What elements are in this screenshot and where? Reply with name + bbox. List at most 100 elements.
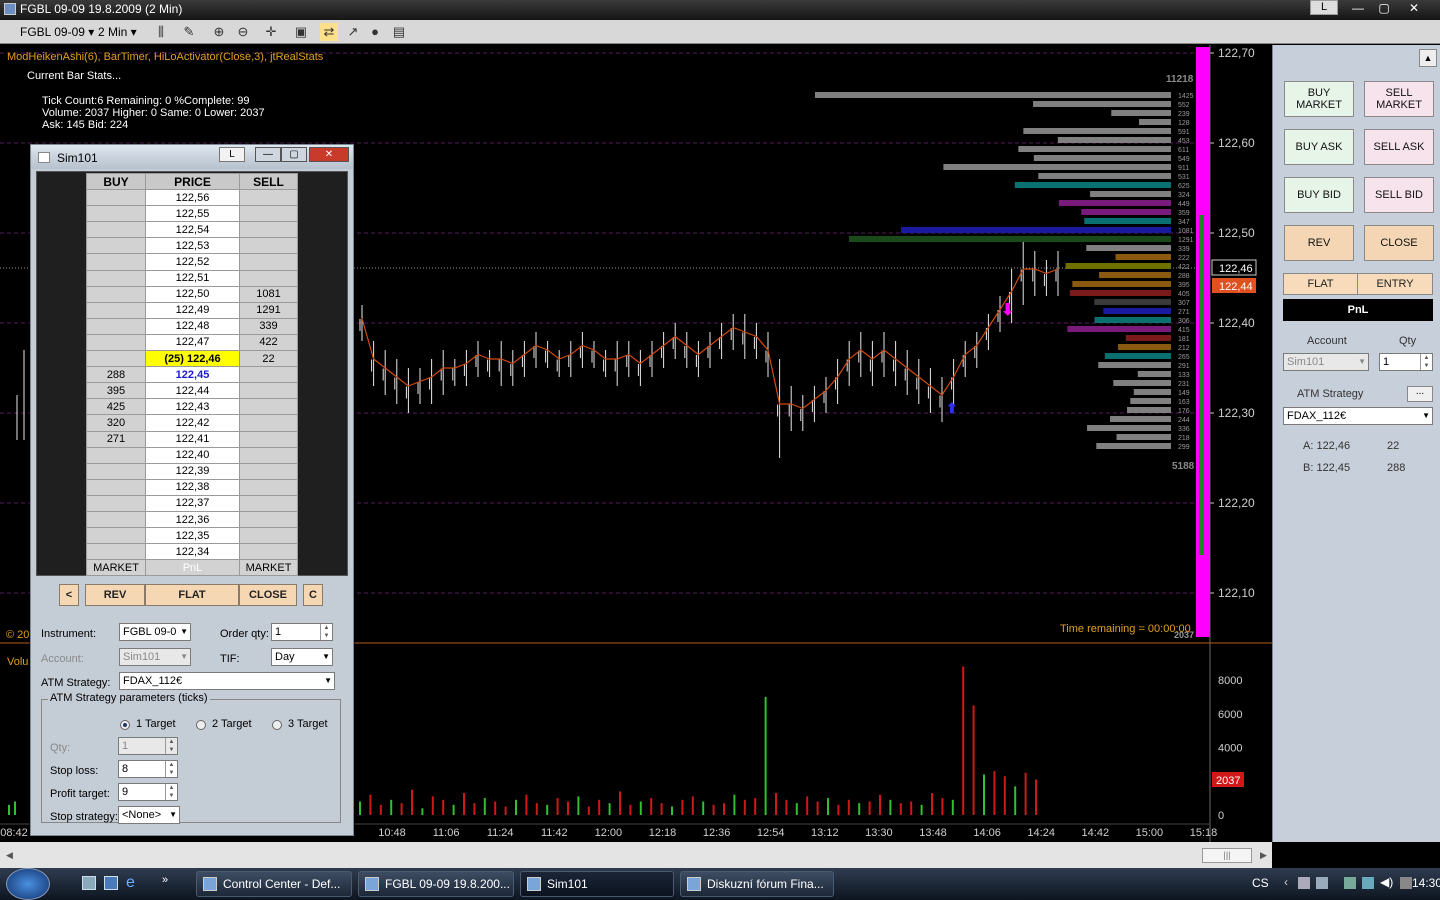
stop-loss-stepper[interactable]: 8 ▲ ▼ [118, 760, 178, 778]
buy-cell[interactable] [86, 269, 146, 287]
interval-selector[interactable]: 2 Min ▾ [98, 24, 137, 40]
buy-cell[interactable]: 425 [86, 398, 146, 416]
volume-icon[interactable]: ◀) [1380, 875, 1393, 889]
sell-ask-button[interactable]: SELL ASK [1364, 129, 1434, 165]
buy-cell[interactable] [86, 205, 146, 223]
ie-icon[interactable]: e [126, 874, 135, 892]
buy-cell[interactable] [86, 253, 146, 271]
sell-cell[interactable] [239, 189, 298, 207]
sell-cell[interactable]: 1291 [239, 301, 298, 319]
qty-panel-stepper[interactable]: 1 ▲ ▼ [1379, 353, 1433, 371]
tray-misc-icon[interactable] [1400, 877, 1412, 889]
task-sim101[interactable]: Sim101 [520, 871, 674, 897]
superdom-minimize-button[interactable]: — [255, 147, 281, 162]
sell-cell[interactable] [239, 414, 298, 432]
sell-cell[interactable] [239, 510, 298, 529]
rev-button[interactable]: REV [85, 584, 145, 606]
buy-cell[interactable] [86, 285, 146, 303]
close-position-button[interactable]: CLOSE [239, 584, 297, 606]
buy-cell[interactable] [86, 237, 146, 255]
tray-app-icon[interactable] [1316, 877, 1328, 889]
sell-cell[interactable]: 1081 [239, 285, 298, 303]
order-qty-stepper[interactable]: 1 ▲ ▼ [271, 623, 333, 641]
properties-icon[interactable]: ▣ [292, 23, 310, 41]
rev-panel-button[interactable]: REV [1284, 225, 1354, 261]
buy-cell[interactable] [86, 446, 146, 464]
zoom-in-icon[interactable]: ⊕ [210, 23, 228, 41]
buy-cell[interactable] [86, 510, 146, 529]
buy-cell[interactable]: 320 [86, 414, 146, 432]
zoom-out-icon[interactable]: ⊖ [234, 23, 252, 41]
buy-cell[interactable]: 271 [86, 430, 146, 448]
sell-cell[interactable] [239, 527, 298, 545]
tray-safely-remove-icon[interactable] [1344, 877, 1356, 889]
buy-cell[interactable] [86, 333, 146, 352]
profit-target-stepper[interactable]: 9 ▲ ▼ [118, 783, 178, 801]
sell-cell[interactable] [239, 543, 298, 561]
collapse-up-icon[interactable]: ▲ [1419, 49, 1437, 67]
minimize-button[interactable]: — [1344, 0, 1372, 17]
tray-network-icon[interactable] [1298, 877, 1310, 889]
circle-icon[interactable]: ● [366, 23, 384, 41]
sell-cell[interactable]: 22 [239, 350, 298, 368]
clock[interactable]: 14:30 [1412, 876, 1440, 890]
sell-bid-button[interactable]: SELL BID [1364, 177, 1434, 213]
buy-cell[interactable] [86, 189, 146, 207]
horizontal-scrollbar[interactable]: ◀ ||| ▶ [0, 842, 1272, 868]
stop-strategy-select[interactable]: <None> ▼ [118, 806, 180, 824]
tray-expand-icon[interactable]: ‹ [1284, 875, 1288, 889]
strategies-icon[interactable]: ⇄ [320, 23, 338, 41]
tray-monitor-icon[interactable] [1362, 877, 1374, 889]
sell-cell[interactable] [239, 269, 298, 287]
buy-cell[interactable] [86, 350, 146, 368]
data-box-icon[interactable]: ▤ [390, 23, 408, 41]
sell-cell[interactable]: 422 [239, 333, 298, 352]
buy-cell[interactable] [86, 462, 146, 480]
task-chart[interactable]: FGBL 09-09 19.8.200... [358, 871, 514, 897]
sell-market-button[interactable]: SELL MARKET [1364, 81, 1434, 117]
buy-bid-button[interactable]: BUY BID [1284, 177, 1354, 213]
buy-cell[interactable] [86, 543, 146, 561]
buy-market-button[interactable]: BUY MARKET [1284, 81, 1354, 117]
language-indicator[interactable]: CS [1252, 876, 1269, 890]
center-button[interactable]: C [303, 584, 323, 606]
atm-strategy-select[interactable]: FDAX_112€ ▼ [119, 672, 335, 690]
quicklaunch-explorer-icon[interactable] [104, 876, 118, 890]
buy-ask-button[interactable]: BUY ASK [1284, 129, 1354, 165]
account-select[interactable]: Sim101 ▼ [119, 648, 191, 666]
link-button[interactable]: L [1310, 0, 1338, 15]
sell-cell[interactable] [239, 253, 298, 271]
scroll-right-icon[interactable]: ▶ [1260, 850, 1267, 861]
buy-cell[interactable] [86, 494, 146, 512]
account-panel-select[interactable]: Sim101 ▼ [1283, 353, 1369, 371]
target-1-radio[interactable] [120, 720, 130, 730]
sell-cell[interactable] [239, 478, 298, 496]
maximize-button[interactable]: ▢ [1370, 0, 1398, 17]
buy-cell[interactable]: 288 [86, 366, 146, 384]
flat-button[interactable]: FLAT [145, 584, 239, 606]
indicators-icon[interactable]: ↗ [344, 23, 362, 41]
sell-cell[interactable] [239, 221, 298, 239]
show-desktop-icon[interactable] [82, 876, 96, 890]
buy-cell[interactable] [86, 301, 146, 319]
market-sell-button[interactable]: MARKET [239, 559, 298, 577]
buy-cell[interactable] [86, 317, 146, 335]
tif-select[interactable]: Day ▼ [271, 648, 333, 666]
task-forum[interactable]: Diskuzní fórum Fina... [680, 871, 834, 897]
superdom-link-button[interactable]: L [219, 147, 245, 162]
start-button[interactable] [6, 868, 50, 900]
more-icon[interactable]: » [162, 874, 168, 886]
task-control-center[interactable]: Control Center - Def... [196, 871, 352, 897]
instrument-selector[interactable]: FGBL 09-09 ▾ [20, 24, 94, 40]
sell-cell[interactable] [239, 237, 298, 255]
superdom-maximize-button[interactable]: ▢ [281, 147, 307, 162]
sell-cell[interactable] [239, 430, 298, 448]
target-2-radio[interactable] [196, 720, 206, 730]
sell-cell[interactable] [239, 494, 298, 512]
buy-cell[interactable]: 395 [86, 382, 146, 400]
sell-cell[interactable] [239, 366, 298, 384]
flat-panel-button[interactable]: FLAT [1284, 274, 1358, 294]
superdom-close-button[interactable]: ✕ [309, 147, 349, 162]
sell-cell[interactable] [239, 382, 298, 400]
sell-cell[interactable] [239, 446, 298, 464]
